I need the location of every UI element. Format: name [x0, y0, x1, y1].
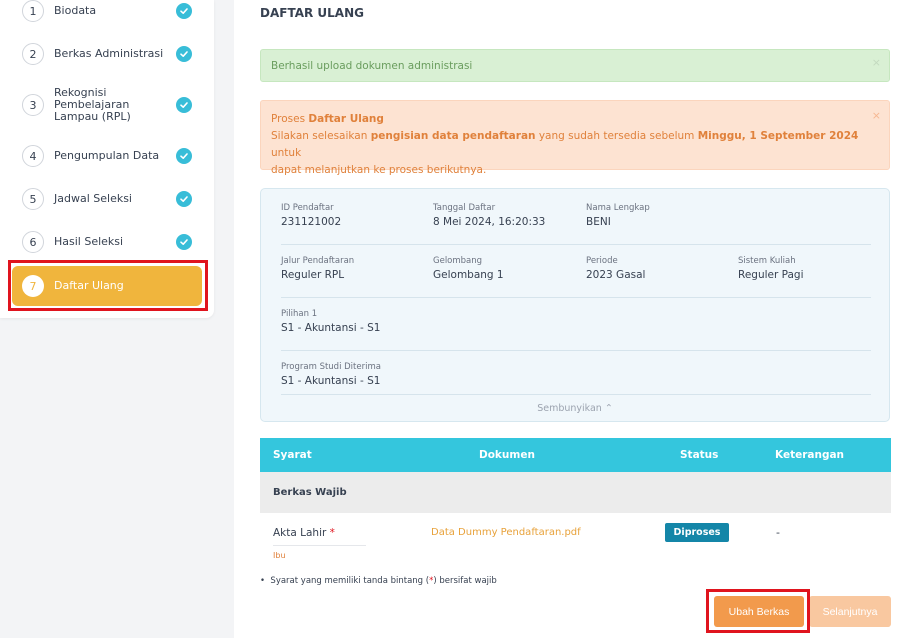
- field-value: BENI: [586, 216, 611, 228]
- field-value: Reguler RPL: [281, 269, 345, 281]
- text: Silakan selesaikan: [271, 130, 371, 142]
- main-panel: DAFTAR ULANG Berhasil upload dokumen adm…: [234, 0, 898, 638]
- field-jalur-pendaftaran: Jalur Pendaftaran Reguler RPL: [281, 256, 354, 281]
- check-icon: [176, 3, 192, 19]
- alert-warning: Proses Daftar Ulang Silakan selesaikan p…: [260, 100, 890, 176]
- field-value: 231121002: [281, 216, 342, 228]
- field-value: Reguler Pagi: [738, 269, 804, 281]
- field-label: Program Studi Diterima: [281, 362, 381, 372]
- syarat-label: Akta Lahir: [273, 527, 327, 539]
- check-icon: [176, 46, 192, 62]
- field-label: Periode: [586, 256, 618, 266]
- table-group-row: Berkas Wajib: [260, 472, 891, 513]
- close-icon[interactable]: ×: [872, 107, 881, 124]
- field-value: 2023 Gasal: [586, 269, 646, 281]
- alert-warning-line: dapat melanjutkan ke proses berikutnya.: [271, 164, 487, 176]
- note-text: ) bersifat wajib: [433, 576, 497, 586]
- sidebar-item-berkas-administrasi[interactable]: 2 Berkas Administrasi: [12, 43, 202, 65]
- sidebar-item-pengumpulan-data[interactable]: 4 Pengumpulan Data: [12, 145, 202, 167]
- check-icon: [176, 148, 192, 164]
- column-header-dokumen: Dokumen: [479, 449, 535, 461]
- divider: [281, 394, 871, 395]
- field-sistem-kuliah: Sistem Kuliah Reguler Pagi: [738, 256, 804, 281]
- cell-syarat: Akta Lahir *: [273, 527, 366, 546]
- step-number: 3: [22, 94, 44, 116]
- required-mark: *: [329, 527, 335, 539]
- sidebar-item-label: Hasil Seleksi: [54, 235, 124, 248]
- cell-syarat-sub: Ibu: [273, 551, 286, 560]
- step-number: 2: [22, 43, 44, 65]
- check-icon: [176, 97, 192, 113]
- check-icon: [176, 191, 192, 207]
- column-header-status: Status: [680, 449, 719, 461]
- divider: [281, 350, 871, 351]
- sidebar-item-label: Rekognisi Pembelajaran Lampau (RPL): [54, 86, 131, 123]
- check-icon: [176, 234, 192, 250]
- sidebar-item-rpl[interactable]: 3 Rekognisi Pembelajaran Lampau (RPL): [12, 86, 202, 124]
- table-row: Akta Lahir * Ibu Data Dummy Pendaftaran.…: [260, 513, 891, 561]
- field-periode: Periode 2023 Gasal: [586, 256, 645, 281]
- highlight-box: [8, 260, 208, 311]
- field-label: Jalur Pendaftaran: [281, 256, 355, 266]
- cell-keterangan: -: [776, 526, 780, 539]
- required-note: • Syarat yang memiliki tanda bintang (*)…: [260, 576, 497, 586]
- alert-success: Berhasil upload dokumen administrasi ×: [260, 49, 890, 82]
- field-prodi-diterima: Program Studi Diterima S1 - Akuntansi - …: [281, 362, 381, 387]
- step-number: 4: [22, 145, 44, 167]
- field-label: ID Pendaftar: [281, 203, 334, 213]
- divider: [281, 297, 871, 298]
- text: yang sudah tersedia sebelum: [535, 130, 698, 142]
- field-nama-lengkap: Nama Lengkap BENI: [586, 203, 650, 228]
- alert-warning-title: Proses Daftar Ulang: [271, 111, 879, 128]
- column-header-keterangan: Keterangan: [775, 449, 845, 461]
- field-label: Gelombang: [433, 256, 483, 266]
- alert-warning-bold: Daftar Ulang: [308, 113, 384, 125]
- sidebar-item-label: Jadwal Seleksi: [54, 192, 132, 205]
- registration-info-card: ID Pendaftar 231121002 Tanggal Daftar 8 …: [260, 188, 890, 422]
- field-value: S1 - Akuntansi - S1: [281, 322, 381, 334]
- status-badge: Diproses: [665, 523, 729, 542]
- step-number: 1: [22, 0, 44, 22]
- hide-details-toggle[interactable]: Sembunyikan ⌃: [261, 403, 889, 414]
- field-id-pendaftar: ID Pendaftar 231121002: [281, 203, 341, 228]
- alert-warning-line: Silakan selesaikan pengisian data pendaf…: [271, 128, 879, 162]
- text: untuk: [271, 147, 302, 159]
- field-value: S1 - Akuntansi - S1: [281, 375, 381, 387]
- divider: [281, 244, 871, 245]
- selanjutnya-button[interactable]: Selanjutnya: [809, 596, 891, 627]
- field-label: Nama Lengkap: [586, 203, 650, 213]
- sidebar-item-label: Biodata: [54, 4, 97, 17]
- field-label: Pilihan 1: [281, 309, 318, 319]
- document-link[interactable]: Data Dummy Pendaftaran.pdf: [431, 527, 581, 538]
- sidebar-item-hasil-seleksi[interactable]: 6 Hasil Seleksi: [12, 231, 202, 253]
- sidebar-item-biodata[interactable]: 1 Biodata: [12, 0, 202, 22]
- sidebar-item-jadwal-seleksi[interactable]: 5 Jadwal Seleksi: [12, 188, 202, 210]
- step-number: 5: [22, 188, 44, 210]
- column-header-syarat: Syarat: [273, 449, 312, 461]
- field-label: Tanggal Daftar: [433, 203, 496, 213]
- table-header: Syarat Dokumen Status Keterangan: [260, 438, 891, 472]
- step-number: 6: [22, 231, 44, 253]
- alert-warning-prefix: Proses: [271, 113, 309, 125]
- close-icon[interactable]: ×: [872, 56, 881, 69]
- field-value: Gelombang 1: [433, 269, 504, 281]
- deadline-date: Minggu, 1 September 2024: [697, 130, 859, 142]
- note-text: Syarat yang memiliki tanda bintang (: [270, 576, 430, 586]
- text-bold: pengisian data pendaftaran: [370, 130, 536, 142]
- highlight-box: [706, 589, 810, 633]
- field-gelombang: Gelombang Gelombang 1: [433, 256, 504, 281]
- alert-success-text: Berhasil upload dokumen administrasi: [271, 60, 473, 72]
- field-label: Sistem Kuliah: [738, 256, 796, 266]
- field-value: 8 Mei 2024, 16:20:33: [433, 216, 546, 228]
- sidebar-item-label: Pengumpulan Data: [54, 149, 160, 162]
- field-tanggal-daftar: Tanggal Daftar 8 Mei 2024, 16:20:33: [433, 203, 545, 228]
- field-pilihan-1: Pilihan 1 S1 - Akuntansi - S1: [281, 309, 380, 334]
- sidebar-item-label: Berkas Administrasi: [54, 47, 164, 60]
- page-title: DAFTAR ULANG: [260, 6, 364, 20]
